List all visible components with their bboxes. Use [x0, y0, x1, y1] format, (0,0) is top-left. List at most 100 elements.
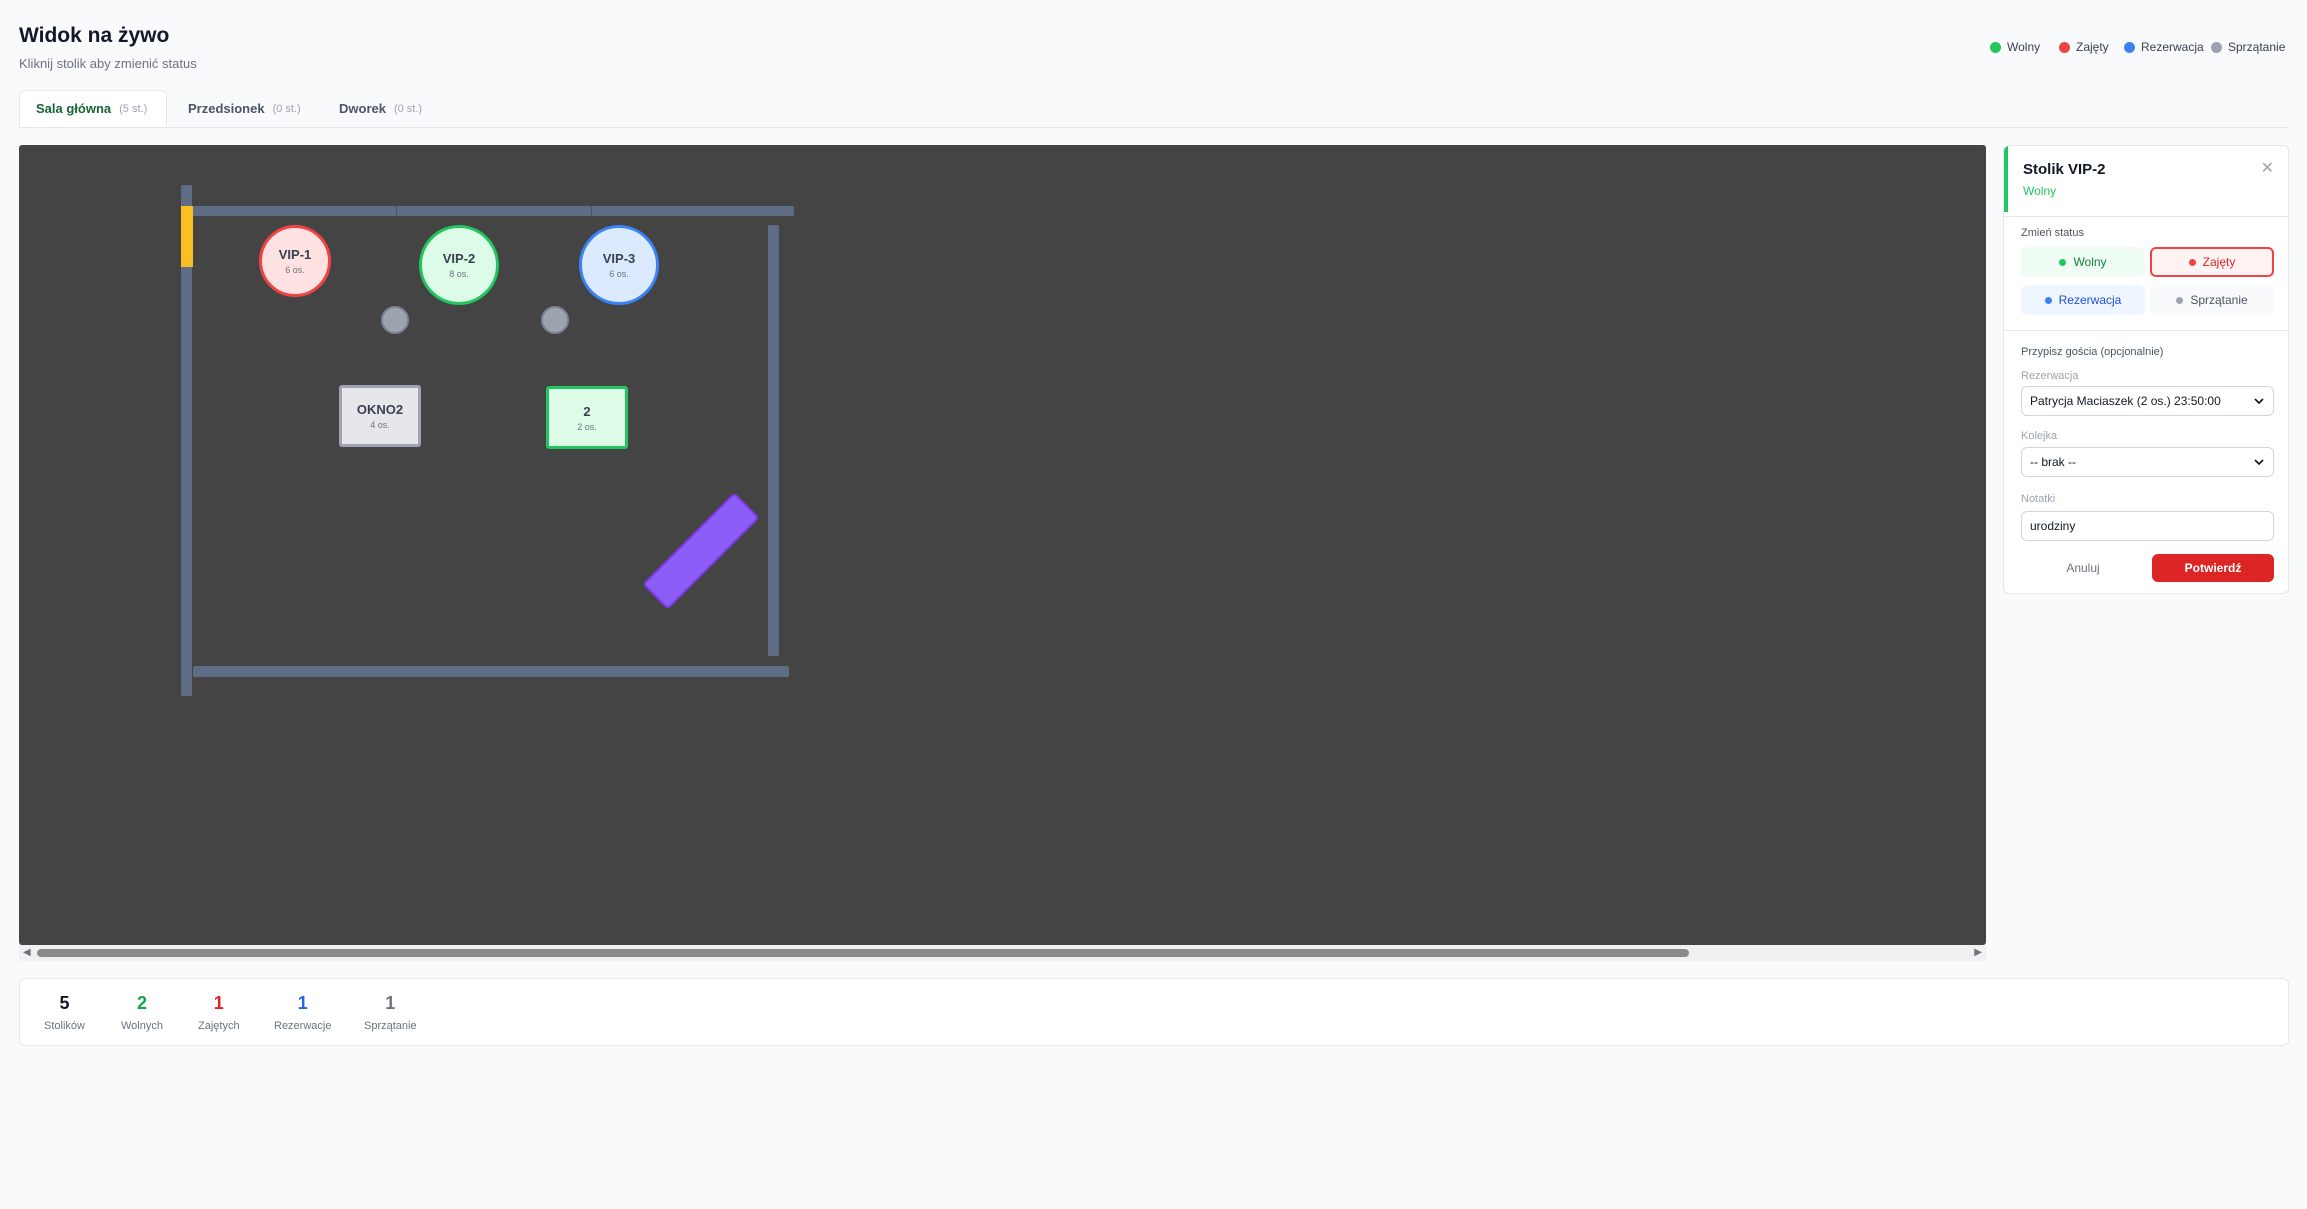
wall-right[interactable]: [768, 225, 779, 656]
scroll-left-icon[interactable]: ◀: [23, 947, 31, 958]
legend-label: Wolny: [2007, 40, 2041, 54]
scrollbar-thumb[interactable]: [37, 949, 1689, 957]
table-vip-2[interactable]: VIP-2 8 os.: [419, 225, 499, 305]
scroll-right-icon[interactable]: ▶: [1974, 947, 1982, 958]
queue-label: Kolejka: [2021, 430, 2058, 442]
table-seats: 6 os.: [285, 265, 305, 275]
table-name: VIP-3: [602, 251, 636, 266]
legend-item-reservation: Rezerwacja: [2124, 40, 2204, 54]
stat-label: Rezerwacje: [274, 1020, 332, 1032]
button-label: Zajęty: [2202, 255, 2236, 269]
button-label: Wolny: [2073, 255, 2107, 269]
page-title: Widok na żywo: [19, 24, 170, 47]
stat-value: 1: [297, 993, 308, 1013]
door-marker[interactable]: [181, 206, 193, 267]
tab-label: Przedsionek: [188, 101, 265, 116]
floor-plan-canvas[interactable]: VIP-1 6 os. VIP-2 8 os. VIP-3 6 os. OKNO…: [19, 145, 1986, 945]
stat-value: 1: [213, 993, 224, 1013]
notes-input[interactable]: urodziny: [2021, 511, 2274, 541]
stat-reservations: 1 Rezerwacje: [274, 993, 331, 1032]
status-free-button[interactable]: Wolny: [2021, 247, 2145, 277]
blue-dot-icon: [2124, 41, 2135, 53]
tab-dworek[interactable]: Dworek (0 st.): [323, 90, 438, 127]
wall-joint: [396, 206, 397, 216]
table-2[interactable]: 2 2 os.: [546, 386, 628, 449]
tab-sala-glowna[interactable]: Sala główna (5 st.): [19, 90, 167, 127]
reservation-label: Rezerwacja: [2021, 370, 2079, 382]
stat-cleaning: 1 Sprzątanie: [364, 993, 417, 1032]
table-seats: 6 os.: [609, 269, 629, 279]
table-vip-1[interactable]: VIP-1 6 os.: [259, 225, 331, 297]
legend-label: Zajęty: [2076, 40, 2109, 54]
tab-count: (0 st.): [393, 102, 423, 115]
tab-label: Sala główna: [36, 101, 112, 116]
status-occupied-button[interactable]: Zajęty: [2150, 247, 2274, 277]
stat-label: Wolnych: [121, 1020, 163, 1032]
cancel-button[interactable]: Anuluj: [2021, 554, 2145, 582]
table-name: VIP-1: [278, 247, 312, 262]
stat-label: Stolików: [44, 1020, 85, 1032]
button-label: Sprzątanie: [2190, 293, 2248, 307]
select-value: Patrycja Maciaszek (2 os.) 23:50:00: [2030, 394, 2221, 408]
tabs-divider: [19, 127, 2289, 128]
stat-value: 5: [59, 993, 70, 1013]
stat-free: 2 Wolnych: [121, 993, 163, 1032]
wall-top[interactable]: [192, 206, 794, 216]
table-vip-3[interactable]: VIP-3 6 os.: [579, 225, 659, 305]
status-accent-bar: [2004, 146, 2008, 212]
queue-select[interactable]: -- brak --: [2021, 447, 2274, 477]
legend-item-occupied: Zajęty: [2059, 40, 2109, 54]
table-seats: 2 os.: [577, 421, 597, 432]
tab-label: Dworek: [339, 101, 386, 116]
select-value: -- brak --: [2030, 455, 2076, 469]
legend-item-free: Wolny: [1990, 40, 2040, 54]
stat-occupied: 1 Zajętych: [198, 993, 240, 1032]
notes-label: Notatki: [2021, 493, 2056, 505]
stat-label: Zajętych: [198, 1020, 240, 1032]
stat-tables: 5 Stolików: [44, 993, 85, 1032]
tab-count: (5 st.): [119, 102, 148, 115]
gray-dot-icon: [2211, 41, 2222, 53]
red-dot-icon: [2059, 41, 2070, 53]
chair[interactable]: [381, 306, 409, 334]
blue-dot-icon: [2044, 296, 2052, 304]
panel-title: Stolik VIP-2: [2023, 161, 2106, 178]
panel-status: Wolny: [2023, 184, 2057, 198]
table-name: 2: [583, 403, 591, 419]
table-detail-panel: Stolik VIP-2 Wolny ✕ Zmień status Wolny …: [2003, 145, 2289, 594]
stat-label: Sprzątanie: [364, 1020, 417, 1032]
table-seats: 4 os.: [370, 420, 390, 430]
status-reservation-button[interactable]: Rezerwacja: [2021, 285, 2145, 315]
divider: [2004, 216, 2288, 217]
reservation-select[interactable]: Patrycja Maciaszek (2 os.) 23:50:00: [2021, 386, 2274, 416]
table-name: VIP-2: [442, 251, 476, 266]
stat-value: 2: [136, 993, 147, 1013]
bar-counter[interactable]: [642, 492, 760, 610]
gray-dot-icon: [2176, 296, 2184, 304]
wall-bottom[interactable]: [193, 666, 789, 677]
stats-bar: 5 Stolików 2 Wolnych 1 Zajętych 1 Rezerw…: [19, 978, 2289, 1046]
assign-guest-label: Przypisz gościa (opcjonalnie): [2021, 346, 2164, 358]
wall-joint: [591, 206, 592, 216]
horizontal-scrollbar[interactable]: ◀ ▶: [19, 945, 1986, 961]
red-dot-icon: [2188, 258, 2196, 266]
green-dot-icon: [1990, 41, 2001, 53]
legend-label: Sprzątanie: [2228, 40, 2286, 54]
legend-item-cleaning: Sprzątanie: [2211, 40, 2285, 54]
tab-przedsionek[interactable]: Przedsionek (0 st.): [172, 90, 317, 127]
close-icon[interactable]: ✕: [2261, 158, 2274, 178]
button-label: Rezerwacja: [2058, 293, 2122, 307]
confirm-button[interactable]: Potwierdź: [2152, 554, 2274, 582]
input-value: urodziny: [2030, 519, 2076, 533]
table-seats: 8 os.: [449, 269, 469, 279]
change-status-label: Zmień status: [2021, 227, 2084, 239]
green-dot-icon: [2059, 258, 2067, 266]
page-subtitle: Kliknij stolik aby zmienić status: [19, 56, 197, 71]
chair[interactable]: [541, 306, 569, 334]
chevron-down-icon: [2254, 398, 2264, 405]
divider: [2004, 330, 2288, 331]
table-name: OKNO2: [356, 402, 404, 417]
chevron-down-icon: [2254, 459, 2264, 466]
status-cleaning-button[interactable]: Sprzątanie: [2150, 285, 2274, 315]
table-okno2[interactable]: OKNO2 4 os.: [339, 385, 421, 447]
